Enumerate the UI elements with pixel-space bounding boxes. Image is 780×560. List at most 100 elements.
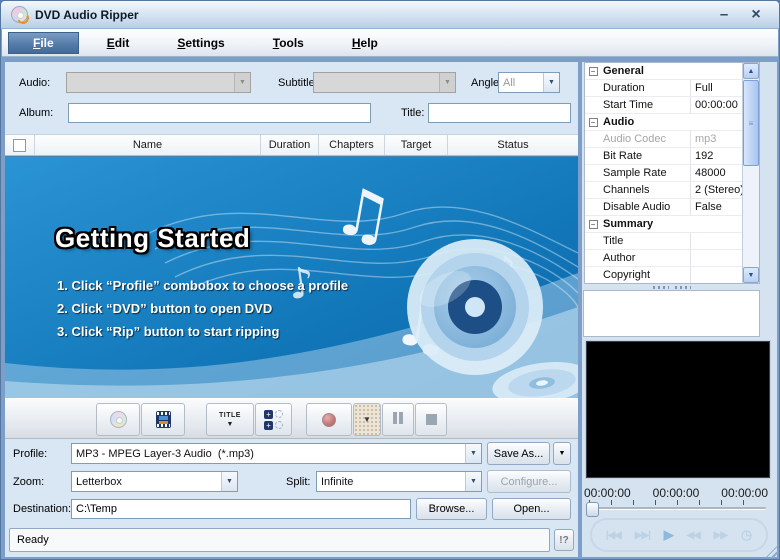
property-row-disable-audio[interactable]: Disable Audio False xyxy=(585,199,759,216)
property-grid-scrollbar[interactable]: ▲ ≡ ▼ xyxy=(742,63,759,283)
property-row-author[interactable]: Author xyxy=(585,250,759,267)
open-files-button[interactable] xyxy=(141,403,185,436)
getting-started-step-2: 2. Click “DVD” button to open DVD xyxy=(57,301,272,316)
chapters-icon: + + xyxy=(264,410,283,430)
film-strip-icon xyxy=(156,411,171,428)
track-table-header: Name Duration Chapters Target Status xyxy=(5,134,578,156)
status-message: Ready xyxy=(9,528,550,552)
slider-thumb[interactable] xyxy=(586,502,599,517)
audio-label: Audio: xyxy=(19,77,50,89)
minimize-button[interactable]: – xyxy=(711,6,737,23)
property-group-general[interactable]: − General xyxy=(585,63,759,80)
column-status[interactable]: Status xyxy=(448,135,578,155)
menu-edit[interactable]: Edit xyxy=(87,32,150,54)
menu-tools[interactable]: Tools xyxy=(253,32,324,54)
property-row-bit-rate[interactable]: Bit Rate 192 xyxy=(585,148,759,165)
title-label: Title: xyxy=(401,107,424,119)
subtitle-combobox[interactable]: ▼ xyxy=(313,72,456,93)
property-row-start-time[interactable]: Start Time 00:00:00 xyxy=(585,97,759,114)
stop-icon xyxy=(426,414,437,425)
zoom-combobox[interactable]: Letterbox ▼ xyxy=(71,471,238,492)
menu-settings[interactable]: Settings xyxy=(157,32,244,54)
slider-track[interactable] xyxy=(586,507,766,510)
help-tip-button[interactable]: !? xyxy=(554,529,574,551)
audio-combobox[interactable]: ▼ xyxy=(66,72,251,93)
getting-started-step-3: 3. Click “Rip” button to start ripping xyxy=(57,324,279,339)
time-current: 00:00:00 xyxy=(653,486,700,500)
menu-help[interactable]: Help xyxy=(332,32,398,54)
play-button[interactable]: ▶ xyxy=(664,527,673,543)
stop-button[interactable] xyxy=(415,403,447,436)
chapters-button[interactable]: + + xyxy=(255,403,292,436)
collapse-icon[interactable]: − xyxy=(589,220,598,229)
collapse-icon[interactable]: − xyxy=(589,118,598,127)
scroll-down-icon[interactable]: ▼ xyxy=(743,267,759,283)
angle-combobox[interactable]: All ▼ xyxy=(498,72,560,93)
title-bar: DVD Audio Ripper – × xyxy=(1,1,779,29)
title-mode-button[interactable]: TITLE ▼ xyxy=(206,403,254,436)
previous-title-button[interactable]: |◀◀ xyxy=(606,530,621,541)
dropdown-arrow-icon: ▼ xyxy=(234,73,250,92)
profile-label: Profile: xyxy=(13,448,47,460)
collapse-icon[interactable]: − xyxy=(589,67,598,76)
column-duration[interactable]: Duration xyxy=(261,135,319,155)
rip-options-dropdown[interactable]: ▼ xyxy=(353,403,381,436)
next-title-button[interactable]: ▶▶| xyxy=(635,530,650,541)
property-row-duration[interactable]: Duration Full xyxy=(585,80,759,97)
destination-label: Destination: xyxy=(13,503,71,515)
side-panel: − General Duration Full Start Time 00:00… xyxy=(582,62,777,557)
column-chapters[interactable]: Chapters xyxy=(319,135,385,155)
property-group-summary[interactable]: − Summary xyxy=(585,216,759,233)
dropdown-arrow-icon: ▼ xyxy=(543,73,559,92)
zoom-label: Zoom: xyxy=(13,476,44,488)
clock-icon[interactable]: ◷ xyxy=(741,527,752,543)
property-row-audio-codec[interactable]: Audio Codec mp3 xyxy=(585,131,759,148)
pause-icon xyxy=(392,412,404,427)
property-row-sample-rate[interactable]: Sample Rate 48000 xyxy=(585,165,759,182)
title-input[interactable] xyxy=(428,103,571,123)
column-name[interactable]: Name xyxy=(35,135,261,155)
time-display: 00:00:00 00:00:00 00:00:00 xyxy=(584,486,768,500)
browse-button[interactable]: Browse... xyxy=(416,498,487,520)
description-panel xyxy=(583,290,760,337)
column-target[interactable]: Target xyxy=(385,135,448,155)
select-all-cell xyxy=(5,135,35,155)
menu-file[interactable]: File xyxy=(8,32,79,54)
save-as-dropdown-button[interactable]: ▼ xyxy=(553,442,571,465)
main-panel: Audio: ▼ Subtitle: ▼ Angle: All ▼ Album:… xyxy=(5,62,578,557)
slider-ticks xyxy=(589,500,765,505)
profile-combobox[interactable]: MP3 - MPEG Layer-3 Audio (*.mp3) ▼ xyxy=(71,443,482,464)
window-title: DVD Audio Ripper xyxy=(35,8,139,22)
open-dvd-button[interactable] xyxy=(96,403,140,436)
configure-button[interactable]: Configure... xyxy=(487,470,571,493)
rip-button[interactable] xyxy=(306,403,352,436)
toolbar: TITLE ▼ + + ▼ xyxy=(5,398,578,439)
time-total: 00:00:00 xyxy=(721,486,768,500)
property-row-title[interactable]: Title xyxy=(585,233,759,250)
album-label: Album: xyxy=(19,107,53,119)
fast-forward-button[interactable]: ▶▶ xyxy=(714,530,727,541)
property-group-audio[interactable]: − Audio xyxy=(585,114,759,131)
property-grid: − General Duration Full Start Time 00:00… xyxy=(584,62,760,284)
split-combobox[interactable]: Infinite ▼ xyxy=(316,471,482,492)
open-button[interactable]: Open... xyxy=(492,498,571,520)
save-as-button[interactable]: Save As... xyxy=(487,442,550,465)
destination-input[interactable] xyxy=(71,499,411,519)
dropdown-arrow-icon: ▼ xyxy=(465,444,481,463)
property-row-copyright[interactable]: Copyright xyxy=(585,267,759,284)
select-all-checkbox[interactable] xyxy=(13,139,26,152)
seek-slider[interactable] xyxy=(584,500,768,518)
split-label: Split: xyxy=(286,476,310,488)
scrollbar-thumb[interactable]: ≡ xyxy=(743,80,759,166)
pause-button[interactable] xyxy=(382,403,414,436)
scroll-up-icon[interactable]: ▲ xyxy=(743,63,759,79)
time-elapsed: 00:00:00 xyxy=(584,486,631,500)
player-controls: |◀◀ ▶▶| ▶ ◀◀ ▶▶ ◷ xyxy=(590,518,768,552)
menu-bar: File Edit Settings Tools Help xyxy=(2,29,778,57)
dropdown-arrow-icon: ▼ xyxy=(221,472,237,491)
dvd-disc-icon xyxy=(110,411,127,428)
rewind-button[interactable]: ◀◀ xyxy=(687,530,700,541)
close-button[interactable]: × xyxy=(743,6,769,24)
property-row-channels[interactable]: Channels 2 (Stereo) xyxy=(585,182,759,199)
album-input[interactable] xyxy=(68,103,371,123)
